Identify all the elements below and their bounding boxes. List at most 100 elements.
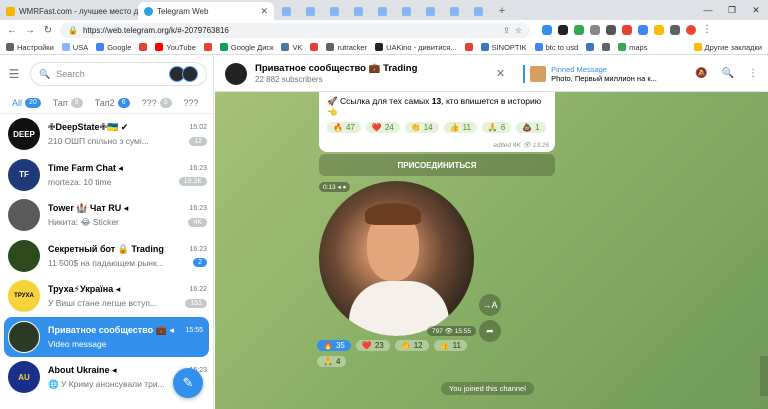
tab-tap[interactable]: Тап 8 bbox=[53, 97, 83, 108]
reaction-chip[interactable]: 💩 1 bbox=[516, 122, 546, 133]
bookmark-item[interactable]: Google bbox=[96, 43, 131, 52]
bookmark-favicon-icon bbox=[139, 43, 148, 51]
browser-tab-mini[interactable] bbox=[322, 2, 346, 20]
chat-list-item[interactable]: TF Time Farm Chat ◂ 16:23 morteza: 10 tim… bbox=[0, 155, 213, 196]
new-tab-button[interactable]: + bbox=[490, 2, 514, 20]
extension-icon[interactable] bbox=[574, 25, 584, 35]
chat-list-item[interactable]: Секретный бот 🔒 Trading 16:23 11 500$ на … bbox=[0, 236, 213, 277]
browser-tab-mini[interactable] bbox=[466, 2, 490, 20]
close-window-icon[interactable]: ✕ bbox=[744, 5, 768, 16]
extension-icon[interactable] bbox=[542, 25, 552, 35]
chat-list-item[interactable]: ТРУХА Труха⚡Україна ◂ 16:22 У Виші стане … bbox=[0, 276, 213, 317]
extension-icon[interactable] bbox=[638, 25, 648, 35]
bookmark-item[interactable] bbox=[203, 43, 212, 51]
translate-button[interactable]: →A bbox=[479, 294, 501, 316]
close-icon[interactable]: ✕ bbox=[260, 6, 268, 17]
extension-icon[interactable] bbox=[558, 25, 568, 35]
browser-tab-mini[interactable] bbox=[394, 2, 418, 20]
window-controls: — ❐ ✕ bbox=[696, 0, 768, 20]
reaction-chip[interactable]: 🔥 47 bbox=[327, 122, 361, 133]
star-icon[interactable]: ☆ bbox=[515, 26, 522, 35]
maximize-icon[interactable]: ❐ bbox=[720, 5, 744, 16]
reaction-chip[interactable]: 🙏 6 bbox=[481, 122, 512, 133]
tab-tap2[interactable]: Тап2 6 bbox=[95, 97, 130, 108]
bookmark-item[interactable]: maps bbox=[618, 43, 647, 52]
tab-unknown-1[interactable]: ??? 3 bbox=[142, 97, 172, 108]
reaction-chip[interactable]: ❤️ 23 bbox=[355, 340, 390, 351]
bookmark-item[interactable]: YouTube bbox=[155, 43, 196, 52]
bookmark-item[interactable]: SINOPTIK bbox=[480, 43, 527, 52]
close-pinned-icon[interactable]: ✕ bbox=[496, 67, 505, 80]
chat-header[interactable]: Приватное сообщество 💼 Trading 22 882 su… bbox=[215, 56, 768, 92]
share-icon[interactable]: ⇪ bbox=[503, 26, 510, 35]
reaction-chip[interactable]: 👍 11 bbox=[443, 122, 477, 133]
extension-icon[interactable] bbox=[654, 25, 664, 35]
bookmark-item[interactable]: Настройки bbox=[6, 43, 54, 52]
more-kebab-icon[interactable]: ⋮ bbox=[748, 68, 758, 79]
reaction-chip[interactable]: 🙏 4 bbox=[317, 356, 347, 367]
unread-badge: 151 bbox=[185, 298, 207, 308]
browser-tab-mini[interactable] bbox=[370, 2, 394, 20]
browser-tab-mini[interactable] bbox=[418, 2, 442, 20]
browser-tab-telegram[interactable]: Telegram Web ✕ bbox=[138, 2, 274, 20]
minimize-icon[interactable]: — bbox=[696, 5, 720, 15]
bookmark-item[interactable]: rutracker bbox=[326, 43, 367, 52]
extension-icon[interactable] bbox=[590, 25, 600, 35]
bookmark-item[interactable]: btc to usd bbox=[534, 43, 578, 52]
tab-all[interactable]: All 20 bbox=[12, 97, 41, 108]
chat-last-message: У Виші стане легше вступ... bbox=[48, 298, 158, 309]
browser-tab-wmrfast[interactable]: WMRFast.com - лучшее место для ✕ bbox=[0, 2, 138, 20]
bookmark-item[interactable]: UAKino - дивитися... bbox=[375, 43, 457, 52]
reaction-chip[interactable]: 🔥 35 bbox=[317, 340, 351, 351]
mute-bell-icon[interactable]: 🔕 bbox=[695, 68, 707, 79]
puzzle-icon[interactable] bbox=[670, 25, 680, 35]
chat-list-item[interactable]: Tower 🏰 Чат RU ◂ 16:23 Никита: 😂 Sticker 4… bbox=[0, 195, 213, 236]
search-icon[interactable]: 🔍 bbox=[722, 68, 734, 79]
reaction-chip[interactable]: 👏 14 bbox=[404, 122, 439, 133]
message-reactions: 🔥 47 ❤️ 24 👏 14 👍 11 🙏 6 💩 1 bbox=[327, 122, 547, 133]
new-message-button[interactable]: ✎ bbox=[173, 368, 203, 398]
message-bubble[interactable]: 🚀 Ссылка для тех самых 13, кто впишется … bbox=[319, 92, 555, 152]
tab-unknown-2[interactable]: ??? bbox=[184, 98, 199, 108]
avatar bbox=[8, 320, 40, 353]
bookmark-item[interactable]: VK bbox=[281, 43, 302, 52]
extension-icon[interactable] bbox=[622, 25, 632, 35]
extension-icon[interactable] bbox=[606, 25, 616, 35]
chat-list-item[interactable]: DEEP ✙DeepState✙🇺🇦 ✔ 15:02 210 ОШП спільн… bbox=[0, 114, 213, 155]
hamburger-menu-icon[interactable]: ☰ bbox=[6, 67, 22, 81]
browser-tab-mini[interactable] bbox=[442, 2, 466, 20]
forward-button[interactable]: ➦ bbox=[479, 320, 501, 342]
video-message[interactable] bbox=[319, 181, 474, 336]
bookmark-item[interactable]: USA bbox=[61, 43, 88, 52]
bookmark-item[interactable] bbox=[602, 43, 611, 51]
forward-icon[interactable]: → bbox=[24, 25, 36, 36]
bookmark-item[interactable]: Google Диск bbox=[219, 43, 273, 52]
address-bar[interactable]: 🔒 https://web.telegram.org/k/#-207976381… bbox=[60, 22, 530, 38]
browser-tab-mini[interactable] bbox=[346, 2, 370, 20]
reload-icon[interactable]: ↻ bbox=[42, 25, 54, 36]
video-frame-shape bbox=[365, 203, 421, 225]
other-bookmarks[interactable]: Другие закладки bbox=[693, 43, 762, 52]
channel-avatar[interactable] bbox=[225, 62, 247, 85]
bookmark-item[interactable] bbox=[139, 43, 148, 51]
chat-list-item-active[interactable]: Приватное сообщество 💼 ◂ 15:55 Video mess… bbox=[4, 316, 209, 357]
browser-tab-mini[interactable] bbox=[298, 2, 322, 20]
back-icon[interactable]: ← bbox=[6, 25, 18, 36]
browser-tab-mini[interactable] bbox=[274, 2, 298, 20]
menu-kebab-icon[interactable]: ⋮ bbox=[702, 25, 712, 35]
reaction-chip[interactable]: ❤️ 24 bbox=[365, 122, 400, 133]
stories-avatars[interactable] bbox=[169, 66, 198, 82]
bookmark-item[interactable] bbox=[310, 43, 319, 51]
scrollbar[interactable] bbox=[760, 356, 768, 396]
pinned-message[interactable]: Pinned Message Photo, Первый миллион на … bbox=[523, 64, 673, 83]
bookmark-item[interactable] bbox=[464, 43, 473, 51]
profile-avatar-icon[interactable] bbox=[686, 25, 696, 35]
chat-name: Tower 🏰 Чат RU ◂ bbox=[48, 202, 129, 213]
google-icon bbox=[534, 43, 543, 51]
search-input[interactable]: 🔍 Search bbox=[30, 62, 207, 86]
reaction-chip[interactable]: 👍 11 bbox=[433, 340, 467, 351]
bookmark-item[interactable] bbox=[586, 43, 595, 51]
join-button[interactable]: ПРИСОЕДИНИТЬСЯ bbox=[319, 154, 555, 176]
reaction-chip[interactable]: 👏 12 bbox=[394, 340, 429, 351]
tab-title: Telegram Web bbox=[157, 6, 209, 16]
